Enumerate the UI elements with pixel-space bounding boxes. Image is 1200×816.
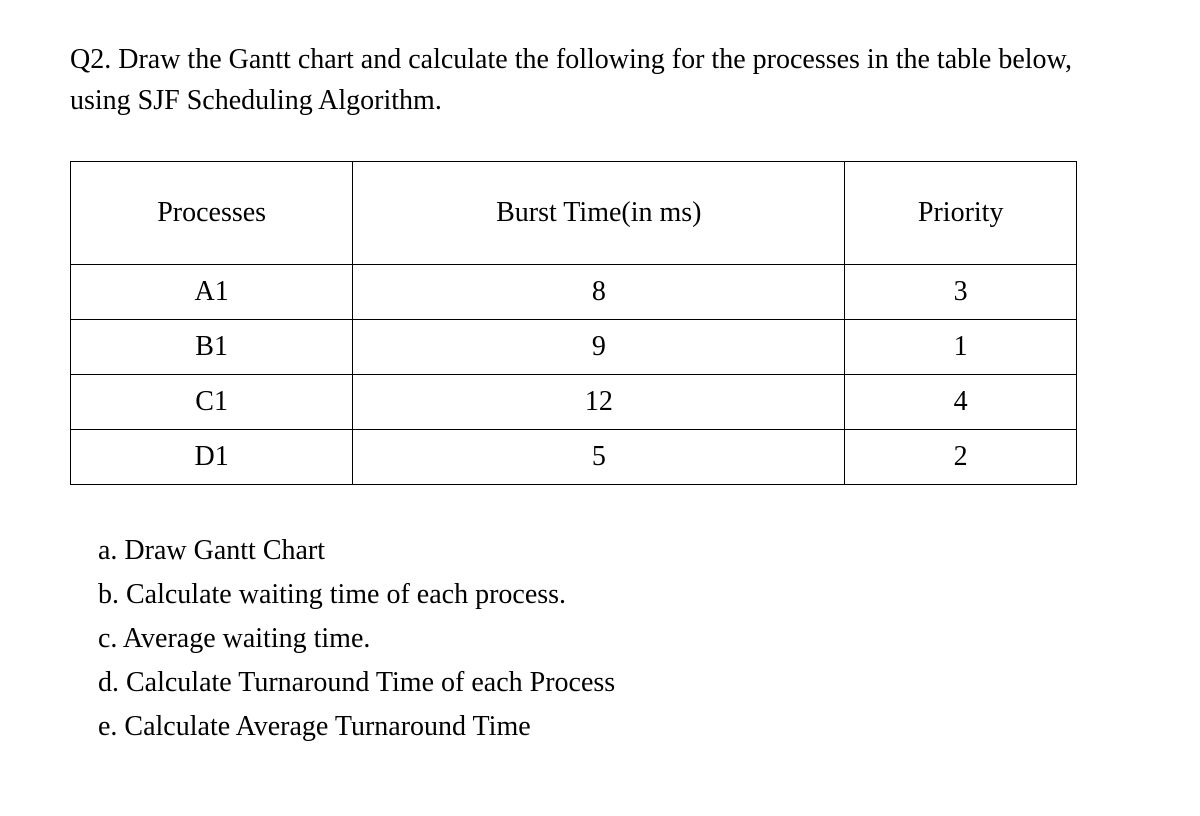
question-prompt: Q2. Draw the Gantt chart and calculate t… — [70, 40, 1130, 121]
col-header-priority: Priority — [845, 162, 1077, 265]
cell-burst: 8 — [353, 265, 845, 320]
cell-priority: 3 — [845, 265, 1077, 320]
subpart-c: c. Average waiting time. — [98, 618, 1130, 660]
cell-process: C1 — [71, 375, 353, 430]
cell-priority: 4 — [845, 375, 1077, 430]
col-header-processes: Processes — [71, 162, 353, 265]
cell-priority: 2 — [845, 430, 1077, 485]
cell-burst: 12 — [353, 375, 845, 430]
process-table: Processes Burst Time(in ms) Priority A1 … — [70, 161, 1077, 485]
cell-process: D1 — [71, 430, 353, 485]
subpart-b: b. Calculate waiting time of each proces… — [98, 574, 1130, 616]
subparts-list: a. Draw Gantt Chart b. Calculate waiting… — [70, 530, 1130, 748]
subpart-a: a. Draw Gantt Chart — [98, 530, 1130, 572]
cell-burst: 9 — [353, 320, 845, 375]
table-row: C1 12 4 — [71, 375, 1077, 430]
table-row: A1 8 3 — [71, 265, 1077, 320]
cell-process: A1 — [71, 265, 353, 320]
table-row: D1 5 2 — [71, 430, 1077, 485]
subpart-d: d. Calculate Turnaround Time of each Pro… — [98, 662, 1130, 704]
cell-burst: 5 — [353, 430, 845, 485]
cell-process: B1 — [71, 320, 353, 375]
subpart-e: e. Calculate Average Turnaround Time — [98, 706, 1130, 748]
col-header-burst: Burst Time(in ms) — [353, 162, 845, 265]
table-row: B1 9 1 — [71, 320, 1077, 375]
cell-priority: 1 — [845, 320, 1077, 375]
table-header-row: Processes Burst Time(in ms) Priority — [71, 162, 1077, 265]
